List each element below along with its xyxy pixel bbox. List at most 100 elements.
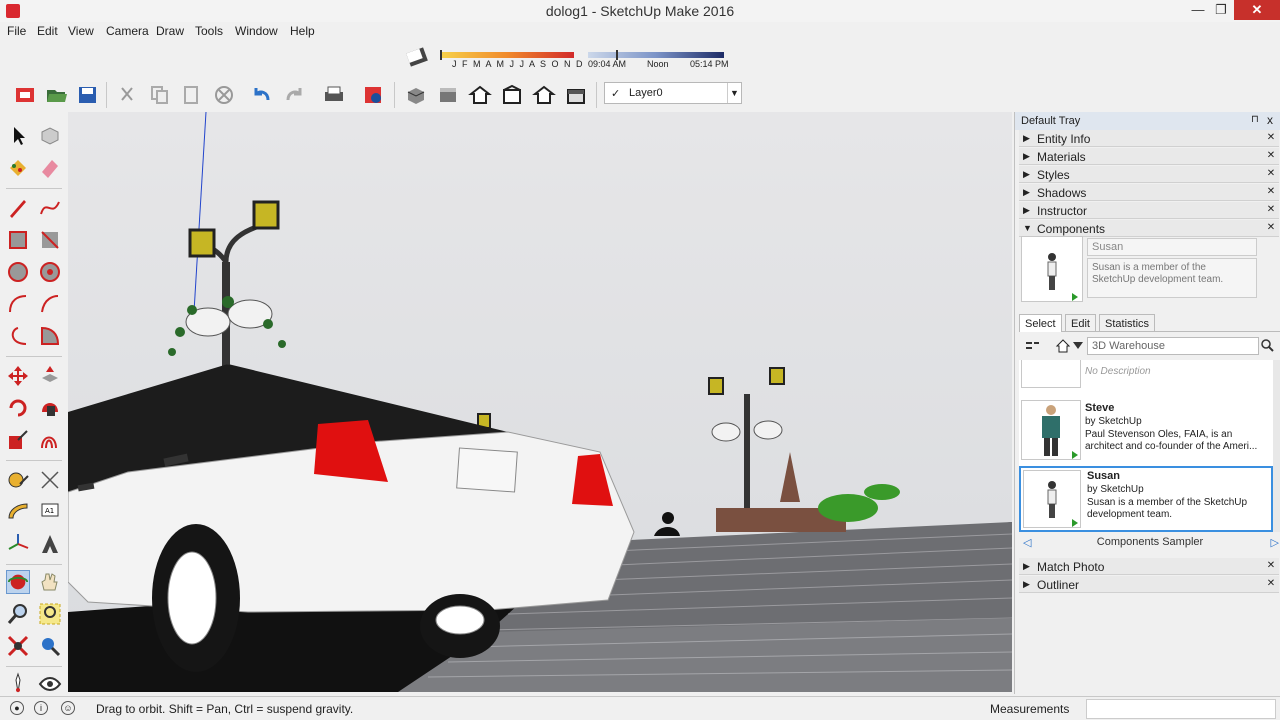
chevron-down-icon[interactable]: ▼	[727, 83, 741, 103]
two-point-arc-icon[interactable]	[38, 292, 62, 316]
orbit-icon[interactable]	[6, 570, 30, 594]
panel-instructor[interactable]: ▶ Instructor ✕	[1019, 202, 1279, 219]
credits-icon[interactable]: i	[34, 701, 48, 715]
protractor-icon[interactable]	[6, 500, 30, 524]
menu-edit[interactable]: Edit	[37, 24, 58, 38]
left-view-icon[interactable]	[564, 84, 588, 106]
copy-icon[interactable]	[148, 84, 172, 106]
menu-window[interactable]: Window	[235, 24, 278, 38]
panel-close-icon[interactable]: ✕	[1265, 132, 1277, 144]
panel-entity-info[interactable]: ▶ Entity Info ✕	[1019, 130, 1279, 147]
line-pencil-icon[interactable]	[6, 196, 30, 220]
print-icon[interactable]	[322, 84, 346, 106]
back-arrow-icon[interactable]: ◁	[1023, 536, 1031, 549]
3d-text-icon[interactable]	[38, 532, 62, 556]
top-view-icon[interactable]	[436, 84, 460, 106]
measurements-input[interactable]	[1086, 699, 1276, 719]
freehand-icon[interactable]	[38, 196, 62, 220]
panel-close-icon[interactable]: ✕	[1265, 560, 1277, 572]
text-icon[interactable]: A1	[38, 500, 62, 524]
arc-icon[interactable]	[6, 292, 30, 316]
circle-icon[interactable]	[6, 260, 30, 284]
panel-close-icon[interactable]: ✕	[1265, 150, 1277, 162]
panel-close-icon[interactable]: ✕	[1265, 578, 1277, 590]
layer-dropdown[interactable]: ✓ Layer0 ▼	[604, 82, 742, 104]
polygon-icon[interactable]	[38, 260, 62, 284]
save-icon[interactable]	[76, 84, 100, 106]
scale-icon[interactable]	[6, 428, 30, 452]
panel-materials[interactable]: ▶ Materials ✕	[1019, 148, 1279, 165]
menu-file[interactable]: File	[7, 24, 26, 38]
3d-viewport[interactable]	[68, 112, 1012, 692]
paste-icon[interactable]	[180, 84, 204, 106]
menu-view[interactable]: View	[68, 24, 94, 38]
list-item[interactable]: Steve by SketchUp Paul Stevenson Oles, F…	[1019, 400, 1273, 466]
menu-tools[interactable]: Tools	[195, 24, 223, 38]
make-component-icon[interactable]	[38, 124, 62, 148]
pin-icon[interactable]: ⊓	[1251, 114, 1259, 125]
previous-view-icon[interactable]	[38, 634, 62, 658]
iso-view-icon[interactable]	[404, 84, 428, 106]
undo-icon[interactable]	[250, 84, 274, 106]
three-point-arc-icon[interactable]	[6, 324, 30, 348]
search-icon[interactable]	[1261, 339, 1275, 353]
rotate-icon[interactable]	[6, 396, 30, 420]
front-view-icon[interactable]	[468, 84, 492, 106]
list-scrollbar[interactable]	[1273, 360, 1280, 532]
eraser-icon[interactable]	[38, 156, 62, 180]
scene-render[interactable]	[68, 112, 1012, 692]
right-view-icon[interactable]	[500, 84, 524, 106]
minimize-button[interactable]: —	[1186, 0, 1210, 20]
pan-hand-icon[interactable]	[38, 570, 62, 594]
cut-icon[interactable]	[116, 84, 140, 106]
panel-styles[interactable]: ▶ Styles ✕	[1019, 166, 1279, 183]
offset-icon[interactable]	[38, 428, 62, 452]
select-arrow-icon[interactable]	[6, 124, 30, 148]
search-input[interactable]: 3D Warehouse	[1087, 337, 1259, 355]
list-item[interactable]: No Description	[1019, 360, 1273, 396]
component-description-field[interactable]: Susan is a member of the SketchUp develo…	[1087, 258, 1257, 298]
close-button[interactable]: ✕	[1234, 0, 1280, 20]
tray-close-icon[interactable]: x	[1267, 113, 1273, 127]
redo-icon[interactable]	[282, 84, 306, 106]
get-models-icon[interactable]	[14, 84, 38, 106]
panel-close-icon[interactable]: ✕	[1265, 204, 1277, 216]
position-camera-icon[interactable]	[6, 672, 30, 696]
erase-icon[interactable]	[212, 84, 236, 106]
open-icon[interactable]	[45, 84, 69, 106]
paint-bucket-icon[interactable]	[6, 156, 30, 180]
tape-measure-icon[interactable]	[6, 468, 30, 492]
tab-select[interactable]: Select	[1019, 314, 1062, 332]
menu-help[interactable]: Help	[290, 24, 315, 38]
menu-draw[interactable]: Draw	[156, 24, 184, 38]
back-view-icon[interactable]	[532, 84, 556, 106]
maximize-button[interactable]: ❐	[1210, 0, 1232, 20]
follow-me-icon[interactable]	[38, 396, 62, 420]
zoom-icon[interactable]	[6, 602, 30, 626]
model-info-icon[interactable]	[362, 84, 386, 106]
zoom-window-icon[interactable]	[38, 602, 62, 626]
forward-arrow-icon[interactable]: ▷	[1271, 536, 1279, 549]
tab-edit[interactable]: Edit	[1065, 314, 1096, 332]
rectangle-icon[interactable]	[6, 228, 30, 252]
rotated-rectangle-icon[interactable]	[38, 228, 62, 252]
user-icon[interactable]: ☺	[61, 701, 75, 715]
geo-location-icon[interactable]: ●	[10, 701, 24, 715]
component-name-field[interactable]: Susan	[1087, 238, 1257, 256]
panel-close-icon[interactable]: ✕	[1265, 186, 1277, 198]
move-icon[interactable]	[6, 364, 30, 388]
look-around-eye-icon[interactable]	[38, 672, 62, 696]
dimension-icon[interactable]	[38, 468, 62, 492]
chevron-down-icon[interactable]	[1073, 342, 1083, 350]
view-options-icon[interactable]	[1025, 339, 1041, 353]
menu-camera[interactable]: Camera	[106, 24, 149, 38]
list-item-selected[interactable]: Susan by SketchUp Susan is a member of t…	[1019, 466, 1273, 532]
push-pull-icon[interactable]	[38, 364, 62, 388]
zoom-extents-icon[interactable]	[6, 634, 30, 658]
pie-icon[interactable]	[38, 324, 62, 348]
panel-match-photo[interactable]: ▶ Match Photo ✕	[1019, 558, 1279, 575]
panel-shadows[interactable]: ▶ Shadows ✕	[1019, 184, 1279, 201]
panel-outliner[interactable]: ▶ Outliner ✕	[1019, 576, 1279, 593]
axes-icon[interactable]	[6, 532, 30, 556]
panel-close-icon[interactable]: ✕	[1265, 168, 1277, 180]
